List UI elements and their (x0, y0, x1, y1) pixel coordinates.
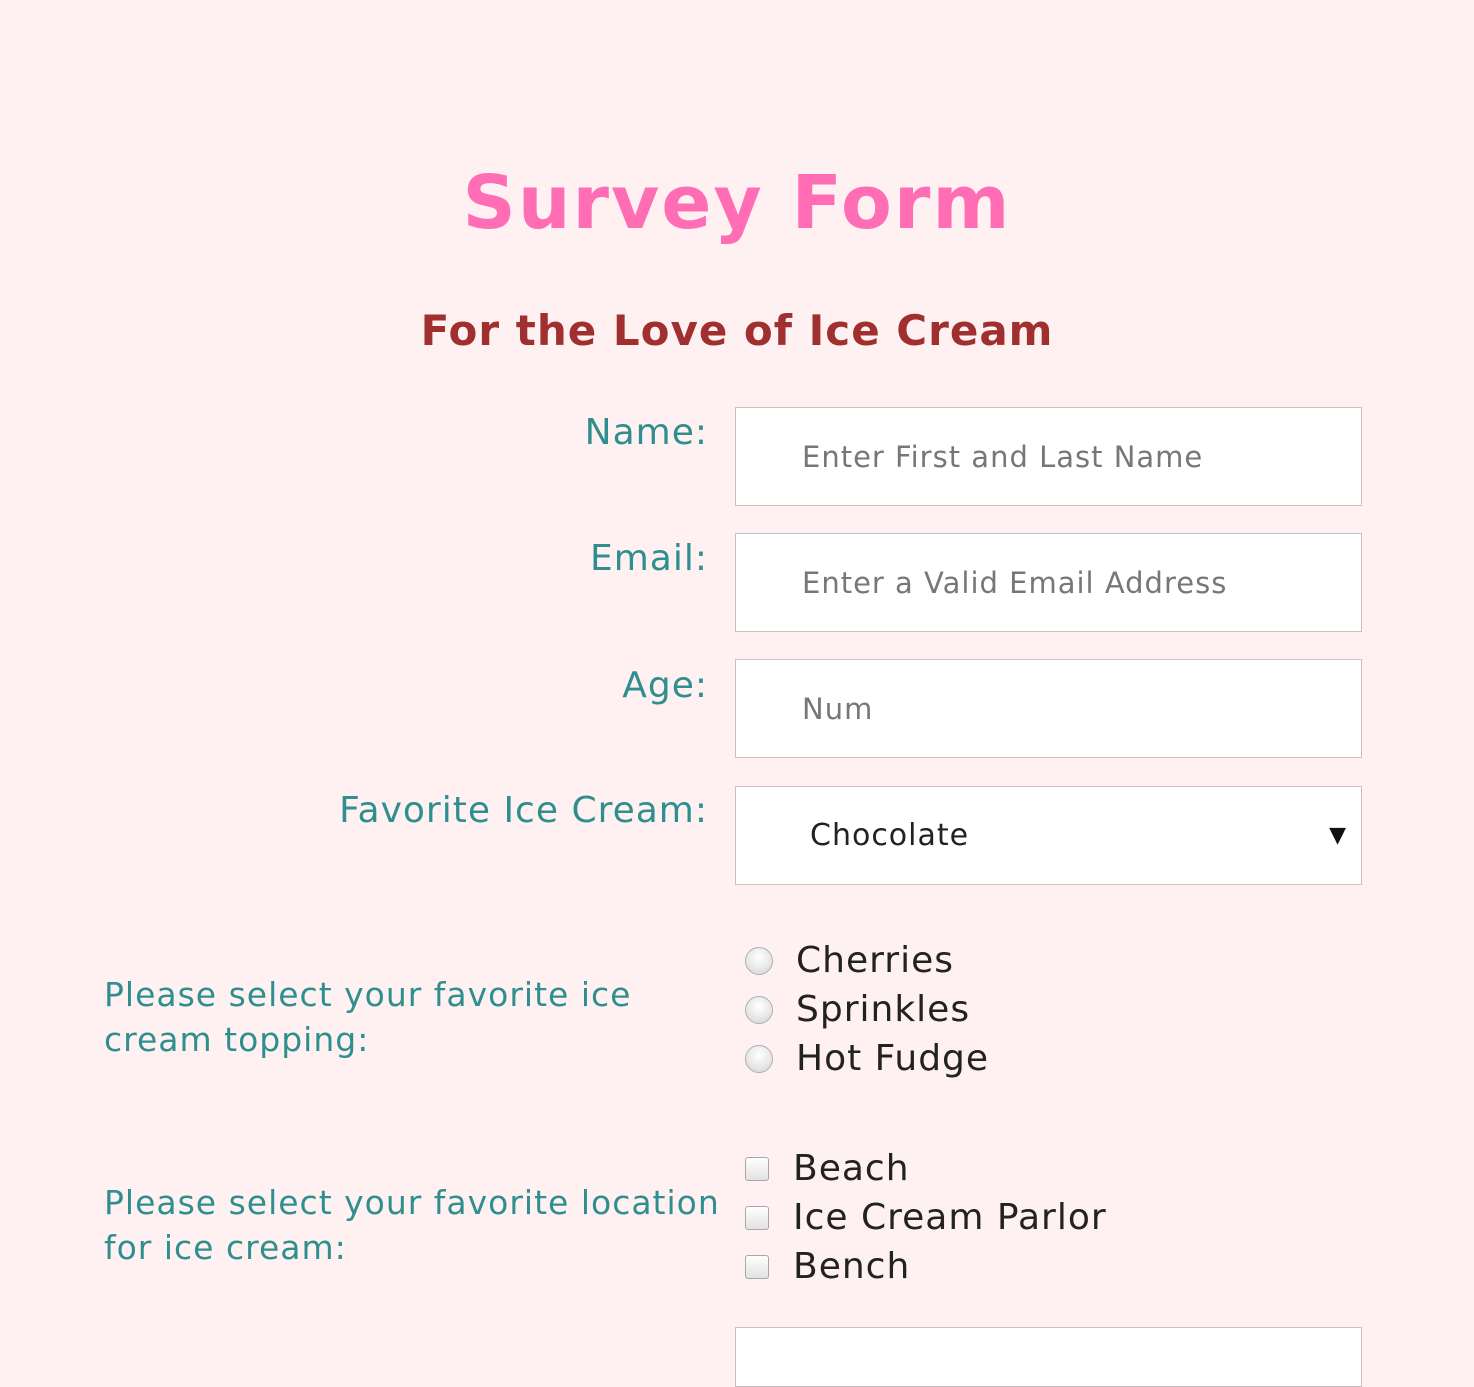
option-label: Bench (793, 1246, 911, 1287)
location-question: Please select your favorite location for… (104, 1183, 720, 1267)
caret-down-icon: ▼ (1329, 823, 1347, 848)
favorite-selected-value: Chocolate (810, 818, 970, 853)
favorite-select[interactable]: Chocolate ▼ (735, 786, 1362, 885)
page-subtitle: For the Love of Ice Cream (420, 306, 1054, 355)
name-input[interactable] (736, 408, 1361, 505)
next-field-partial[interactable] (735, 1327, 1362, 1387)
option-label: Sprinkles (796, 989, 971, 1030)
radio-button[interactable] (745, 1044, 773, 1073)
topping-option-hot-fudge[interactable]: Hot Fudge (745, 1038, 989, 1079)
checkbox[interactable] (745, 1205, 769, 1230)
page-title: Survey Form (462, 160, 1012, 246)
name-field-box (735, 407, 1362, 506)
topping-option-sprinkles[interactable]: Sprinkles (745, 989, 970, 1030)
location-option-beach[interactable]: Beach (745, 1148, 910, 1189)
radio-button[interactable] (745, 995, 773, 1024)
name-label: Name: (584, 412, 708, 453)
checkbox[interactable] (745, 1156, 769, 1181)
location-option-ice-cream-parlor[interactable]: Ice Cream Parlor (745, 1197, 1107, 1238)
age-input[interactable] (736, 660, 1361, 757)
email-field-box (735, 533, 1362, 632)
radio-button[interactable] (745, 946, 773, 975)
checkbox[interactable] (745, 1254, 769, 1279)
favorite-label: Favorite Ice Cream: (339, 790, 708, 831)
option-label: Hot Fudge (796, 1038, 990, 1079)
location-option-bench[interactable]: Bench (745, 1246, 910, 1287)
age-label: Age: (622, 665, 708, 706)
topping-question: Please select your favorite ice cream to… (104, 975, 632, 1059)
age-field-box (735, 659, 1362, 758)
option-label: Cherries (796, 940, 954, 981)
email-input[interactable] (736, 534, 1361, 631)
email-label: Email: (589, 538, 708, 579)
topping-option-cherries[interactable]: Cherries (745, 940, 954, 981)
option-label: Ice Cream Parlor (793, 1197, 1107, 1238)
option-label: Beach (793, 1148, 910, 1189)
